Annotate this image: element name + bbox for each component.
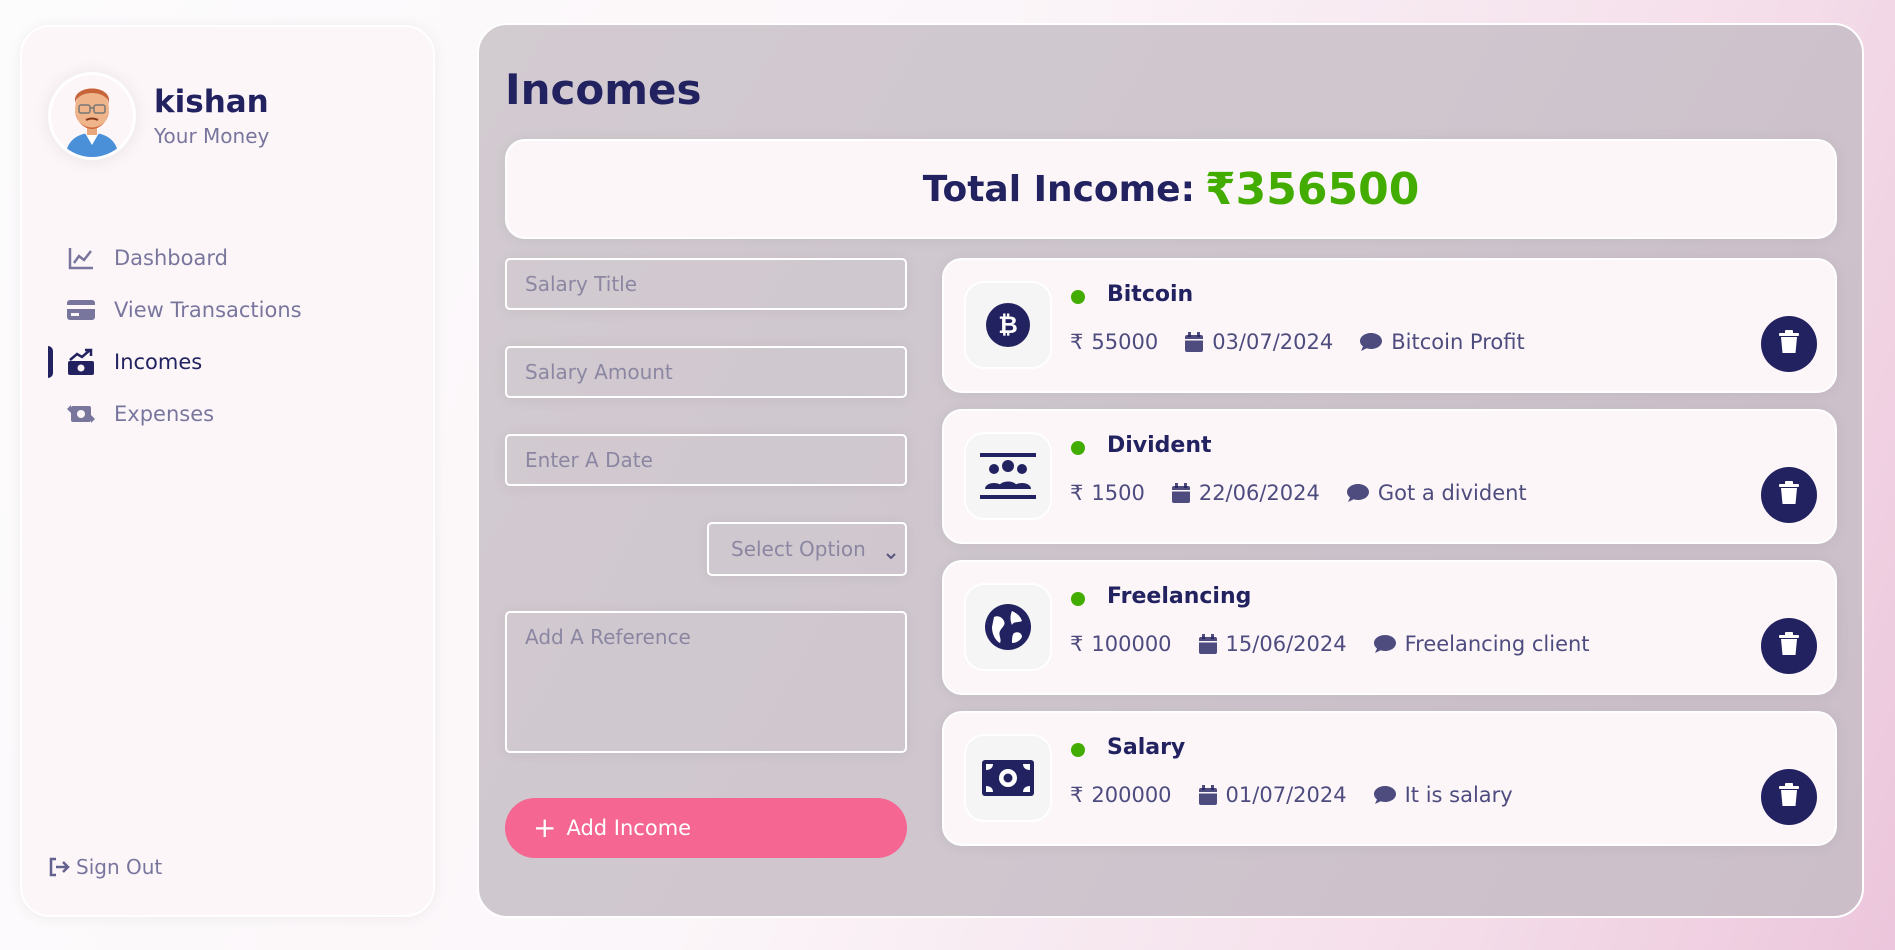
calendar-icon (1198, 633, 1218, 655)
income-amount: 100000 (1091, 632, 1172, 656)
money-transfer-icon (66, 399, 96, 429)
sidebar-item-label: Expenses (114, 402, 215, 426)
sidebar-item-expenses[interactable]: Expenses (22, 388, 433, 440)
total-income-banner: Total Income: ₹356500 (505, 139, 1837, 239)
trash-icon (1779, 783, 1799, 811)
sidebar-item-incomes[interactable]: Incomes (22, 336, 433, 388)
trash-icon (1779, 632, 1799, 660)
status-dot (1071, 743, 1085, 757)
income-date: 22/06/2024 (1198, 481, 1320, 505)
user-subtitle: Your Money (154, 124, 270, 148)
calendar-icon (1198, 784, 1218, 806)
date-input[interactable] (505, 434, 907, 486)
add-income-label: Add Income (566, 816, 692, 840)
status-dot (1071, 441, 1085, 455)
calendar-icon (1171, 482, 1191, 504)
income-title: Freelancing (1107, 584, 1252, 609)
income-title: Divident (1107, 433, 1212, 458)
rupee-icon: ₹ (1070, 783, 1084, 807)
income-date: 01/07/2024 (1225, 783, 1347, 807)
total-income-label: Total Income: (922, 168, 1195, 210)
delete-button[interactable] (1761, 618, 1817, 674)
trash-icon (1779, 481, 1799, 509)
delete-button[interactable] (1761, 467, 1817, 523)
salary-amount-input[interactable] (505, 346, 907, 398)
income-item: ₿ Bitcoin ₹55000 03/07/2024 Bitcoin Prof… (942, 258, 1837, 393)
total-income-amount: ₹356500 (1205, 163, 1420, 215)
sidebar: kishan Your Money Dashboard View Transac… (20, 25, 435, 917)
income-title: Salary (1107, 735, 1186, 760)
globe-icon (964, 583, 1052, 671)
status-dot (1071, 592, 1085, 606)
trash-icon (1779, 330, 1799, 358)
delete-button[interactable] (1761, 769, 1817, 825)
income-description: Got a divident (1377, 481, 1527, 505)
user-name: kishan (154, 84, 269, 120)
add-income-button[interactable]: + Add Income (505, 798, 907, 858)
sidebar-nav: Dashboard View Transactions Incomes Expe… (22, 232, 433, 440)
delete-button[interactable] (1761, 316, 1817, 372)
comment-icon (1373, 634, 1397, 654)
sign-out-button[interactable]: Sign Out (48, 855, 162, 879)
income-date: 03/07/2024 (1212, 330, 1334, 354)
credit-card-icon (66, 295, 96, 325)
rupee-icon: ₹ (1070, 481, 1084, 505)
income-date: 15/06/2024 (1225, 632, 1347, 656)
reference-textarea[interactable]: Add A Reference (505, 611, 907, 753)
salary-title-input[interactable] (505, 258, 907, 310)
sidebar-item-label: View Transactions (114, 298, 302, 322)
income-amount: 200000 (1091, 783, 1172, 807)
rupee-icon: ₹ (1070, 330, 1084, 354)
avatar (48, 72, 136, 160)
sidebar-item-view-transactions[interactable]: View Transactions (22, 284, 433, 336)
income-amount: 55000 (1091, 330, 1159, 354)
main-panel: Incomes Total Income: ₹356500 Select Opt… (477, 23, 1864, 918)
income-item: Divident ₹1500 22/06/2024 Got a divident (942, 409, 1837, 544)
page-title: Incomes (505, 65, 702, 114)
comment-icon (1359, 332, 1383, 352)
reference-placeholder: Add A Reference (525, 625, 691, 649)
sidebar-item-label: Incomes (114, 350, 203, 374)
income-description: Freelancing client (1404, 632, 1590, 656)
income-item: Salary ₹200000 01/07/2024 It is salary (942, 711, 1837, 846)
sidebar-item-dashboard[interactable]: Dashboard (22, 232, 433, 284)
sign-out-icon (48, 857, 70, 877)
user-profile: kishan Your Money (48, 72, 269, 160)
calendar-icon (1184, 331, 1204, 353)
income-title: Bitcoin (1107, 282, 1194, 307)
category-select[interactable]: Select Option (707, 522, 907, 576)
sign-out-label: Sign Out (76, 855, 163, 879)
plus-icon: + (533, 811, 557, 844)
sidebar-item-label: Dashboard (114, 246, 228, 270)
money-bill-icon (964, 734, 1052, 822)
rupee-icon: ₹ (1070, 632, 1084, 656)
income-amount: 1500 (1091, 481, 1145, 505)
money-trend-icon (66, 347, 96, 377)
users-between-lines-icon (964, 432, 1052, 520)
income-description: It is salary (1404, 783, 1513, 807)
income-item: Freelancing ₹100000 15/06/2024 Freelanci… (942, 560, 1837, 695)
comment-icon (1373, 785, 1397, 805)
category-select-value: Select Option (731, 537, 866, 561)
bitcoin-icon: ₿ (964, 281, 1052, 369)
income-description: Bitcoin Profit (1391, 330, 1525, 354)
comment-icon (1346, 483, 1370, 503)
chevron-down-icon (885, 542, 897, 566)
status-dot (1071, 290, 1085, 304)
chart-line-icon (66, 243, 96, 273)
svg-text:₿: ₿ (998, 311, 1018, 339)
